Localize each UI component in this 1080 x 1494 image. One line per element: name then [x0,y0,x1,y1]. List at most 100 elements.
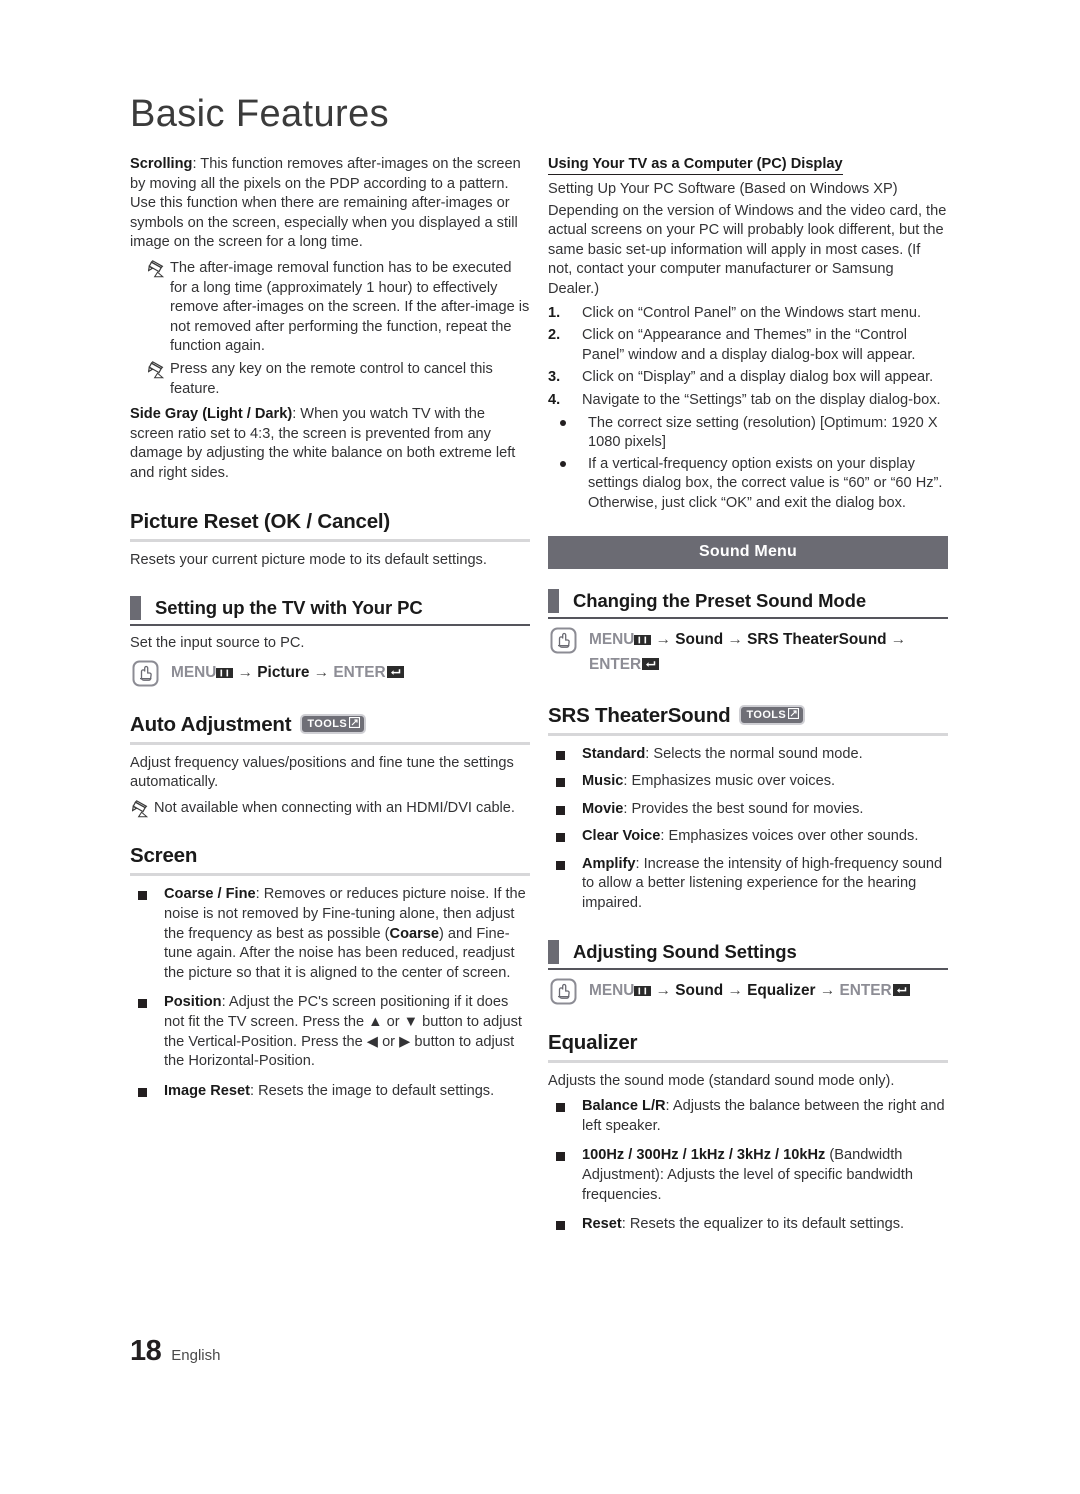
tools-badge-label: TOOLS [746,708,787,721]
pc-display-bullet: The correct size setting (resolution) [O… [588,414,938,451]
srs-item-text: Clear Voice: Emphasizes voices over othe… [582,827,948,847]
screen-heading: Screen [130,844,530,873]
note-item: Not available when connecting with an HD… [130,799,530,819]
square-bullet-icon [556,1146,582,1162]
pc-display-line-1: Setting Up Your PC Software (Based on Wi… [548,181,898,197]
equalizer-heading: Equalizer [548,1031,948,1060]
picture-reset-body: Resets your current picture mode to its … [130,551,487,568]
list-item: Balance L/R: Adjusts the balance between… [548,1097,948,1136]
square-bullet-icon [556,827,582,843]
srs-item-body: : Provides the best sound for movies. [623,800,864,817]
tools-arrow-icon [348,716,361,731]
list-item: Image Reset: Resets the image to default… [130,1082,530,1102]
step-number: 4. [548,391,561,408]
right-column: Using Your TV as a Computer (PC) Display… [548,155,948,1245]
subsection-rule [130,624,530,627]
note-item: The after-image removal function has to … [130,259,530,357]
setting-up-body: Set the input source to PC. [130,635,305,652]
arrow-right-icon: → [655,981,671,999]
enter-key-icon [386,663,405,686]
equalizer-item-text: 100Hz / 300Hz / 1kHz / 3kHz / 10kHz (Ban… [582,1146,948,1205]
tools-badge: TOOLS [300,713,367,734]
menu-path-text: MENU → Picture → ENTER [171,660,405,686]
enter-label: ENTER [839,981,892,999]
side-gray-term: Side Gray (Light / Dark) [130,406,293,423]
list-item: Movie: Provides the best sound for movie… [548,800,948,820]
screen-item-term: Image Reset [164,1082,250,1099]
enter-label: ENTER [333,663,386,681]
equalizer-item-term: Reset [582,1216,622,1233]
step-number: 1. [548,304,561,321]
equalizer-item-term: 100Hz / 300Hz / 1kHz / 3kHz / 10kHz [582,1147,826,1164]
round-bullet-icon [554,455,588,467]
screen-item-term: Position [164,994,222,1011]
section-screen: Screen Coarse / Fine: Removes or reduces… [130,844,530,1101]
round-bullet-icon [554,414,588,426]
picture-reset-heading-label: Picture Reset (OK / Cancel) [130,509,391,533]
menu-path-step-2: SRS TheaterSound [747,630,887,648]
note-text: Press any key on the remote control to c… [170,360,493,397]
pc-display-line-2: Depending on the version of Windows and … [548,202,947,297]
srs-item-body: : Selects the normal sound mode. [645,745,863,762]
list-item: Music: Emphasizes music over voices. [548,772,948,792]
step-text: Click on “Control Panel” on the Windows … [582,304,922,321]
srs-item-text: Movie: Provides the best sound for movie… [582,800,948,820]
menu-grid-icon [216,663,234,686]
page-footer: 18 English [130,1335,220,1368]
heading-marker-block [548,588,559,613]
arrow-right-icon: → [727,981,743,999]
section-auto-adjustment: Auto Adjustment TOOLS Adjust frequency v… [130,713,530,819]
tools-badge: TOOLS [739,704,806,725]
note-text: The after-image removal function has to … [170,259,530,355]
section-rule [130,538,530,542]
pencil-note-icon [147,260,170,280]
list-item: Position: Adjust the PC's screen positio… [130,993,530,1071]
equalizer-body: Adjusts the sound mode (standard sound m… [548,1072,895,1089]
subsection-rule [548,616,948,619]
screen-item-text: Image Reset: Resets the image to default… [164,1082,530,1102]
section-rule [548,732,948,736]
srs-theatersound-heading: SRS TheaterSound TOOLS [548,704,948,733]
heading-marker-block [548,939,559,964]
srs-item-body: : Emphasizes voices over other sounds. [660,828,919,845]
step-text: Click on “Display” and a display dialog … [582,369,934,386]
left-column: Scrolling: This function removes after-i… [130,155,530,1111]
menu-grid-icon [634,630,652,653]
note-text: Not available when connecting with an HD… [154,799,515,816]
section-changing-preset-sound-mode: Changing the Preset Sound Mode MENU → So… [548,588,948,678]
list-item: The correct size setting (resolution) [O… [548,414,948,453]
adjusting-sound-heading-label: Adjusting Sound Settings [573,940,797,962]
square-bullet-icon [556,745,582,760]
enter-label: ENTER [589,655,642,673]
pc-display-heading: Using Your TV as a Computer (PC) Display [548,156,843,175]
equalizer-item-text: Balance L/R: Adjusts the balance between… [582,1097,948,1136]
list-item: If a vertical-frequency option exists on… [548,455,948,514]
arrow-right-icon: → [890,630,907,648]
section-srs-theatersound: SRS TheaterSound TOOLS Standard: Selects… [548,704,948,914]
adjusting-sound-heading-row: Adjusting Sound Settings [548,939,948,968]
enter-key-icon [641,655,660,678]
manual-page: Basic Features Scrolling: This function … [0,0,1080,1494]
srs-item-text: Standard: Selects the normal sound mode. [582,745,948,765]
note-item: Press any key on the remote control to c… [130,360,530,399]
numbered-step: 4. Navigate to the “Settings” tab on the… [548,391,948,411]
menu-path-step-1: Sound [675,981,724,999]
menu-path-step-1: Picture [257,663,310,681]
section-rule [130,741,530,745]
sound-menu-banner: Sound Menu [548,535,948,569]
changing-preset-heading-label: Changing the Preset Sound Mode [573,589,867,611]
srs-item-term: Movie [582,800,624,817]
menu-path-step-1: Sound [675,630,724,648]
menu-path-text: MENU → Sound → Equalizer → ENTER [589,978,911,1004]
arrow-right-icon: → [313,663,330,681]
scrolling-term: Scrolling [130,156,193,172]
step-number: 3. [548,369,561,386]
menu-hand-icon [132,660,159,687]
screen-item-term-2: Coarse [389,925,440,942]
setting-up-heading-label: Setting up the TV with Your PC [155,597,423,619]
screen-item-text: Coarse / Fine: Removes or reduces pictur… [164,885,530,983]
auto-adjustment-body: Adjust frequency values/positions and fi… [130,754,514,791]
square-bullet-icon [556,800,582,815]
pencil-note-icon [131,800,154,820]
equalizer-item-text: Reset: Resets the equalizer to its defau… [582,1215,948,1235]
